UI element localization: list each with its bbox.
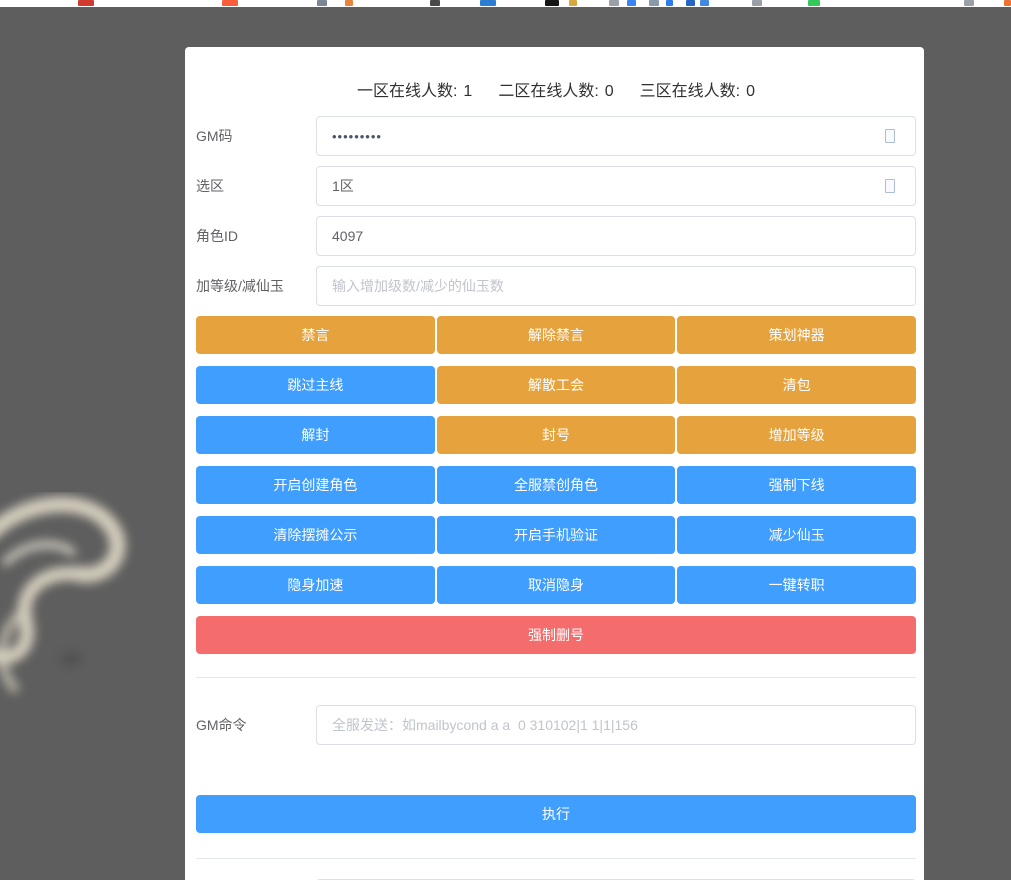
clear-bag-button[interactable]: 清包	[677, 366, 917, 404]
favicon-icon[interactable]	[430, 0, 440, 6]
force-delete-account-button[interactable]: 强制删号	[196, 616, 916, 654]
zone-select[interactable]: 1区	[316, 166, 916, 206]
button-row-danger: 强制删号	[196, 616, 916, 654]
unban-button[interactable]: 解封	[196, 416, 435, 454]
zone3-online-value: 0	[746, 83, 756, 100]
enable-phone-verify-button[interactable]: 开启手机验证	[436, 516, 676, 554]
gm-code-field[interactable]: •••••••••	[316, 116, 916, 156]
favicon-icon[interactable]	[569, 0, 577, 6]
gm-command-input[interactable]	[332, 717, 900, 733]
unmute-button[interactable]: 解除禁言	[436, 316, 676, 354]
add-level-button[interactable]: 增加等级	[677, 416, 917, 454]
level-jade-field-wrap	[316, 266, 916, 306]
reduce-jade-button[interactable]: 减少仙玉	[677, 516, 917, 554]
cancel-stealth-button[interactable]: 取消隐身	[436, 566, 676, 604]
dropdown-icon[interactable]	[885, 179, 895, 193]
smoke-background-image	[0, 496, 126, 693]
role-id-label: 角色ID	[196, 228, 238, 244]
level-jade-label: 加等级/减仙玉	[196, 278, 284, 294]
zone1-online-count: 一区在线人数: 1	[357, 77, 472, 101]
divider	[196, 677, 916, 678]
bookmarks-strip	[0, 0, 1011, 7]
level-jade-row: 加等级/减仙玉	[196, 266, 916, 306]
one-key-class-change-button[interactable]: 一键转职	[677, 566, 917, 604]
button-row-1: 禁言 解除禁言 策划神器	[196, 316, 917, 354]
favicon-icon[interactable]	[686, 0, 695, 6]
gm-command-row: GM命令	[196, 705, 916, 745]
password-toggle-icon[interactable]	[885, 129, 895, 143]
skip-mainline-button[interactable]: 跳过主线	[196, 366, 435, 404]
zone-select-label: 选区	[196, 178, 224, 194]
button-row-6: 隐身加速 取消隐身 一键转职	[196, 566, 917, 604]
role-id-field-wrap	[316, 216, 916, 256]
gm-tool-card: 一区在线人数: 1 二区在线人数: 0 三区在线人数: 0 GM码 •••••••••…	[185, 47, 924, 880]
zone-select-value: 1区	[332, 178, 354, 194]
zone2-online-value: 0	[604, 83, 614, 100]
favicon-icon[interactable]	[964, 0, 974, 6]
favicon-icon[interactable]	[222, 0, 238, 6]
execute-button[interactable]: 执行	[196, 795, 916, 833]
background-smudge	[60, 652, 82, 666]
zone2-online-label: 二区在线人数:	[498, 83, 599, 100]
button-row-3: 解封 封号 增加等级	[196, 416, 917, 454]
button-row-2: 跳过主线 解散工会 清包	[196, 366, 917, 404]
favicon-icon[interactable]	[480, 0, 496, 6]
favicon-icon[interactable]	[649, 0, 659, 6]
favicon-icon[interactable]	[752, 0, 762, 6]
planner-tool-button[interactable]: 策划神器	[677, 316, 917, 354]
favicon-icon[interactable]	[545, 0, 559, 6]
button-row-5: 清除摆摊公示 开启手机验证 减少仙玉	[196, 516, 917, 554]
favicon-icon[interactable]	[627, 0, 636, 6]
disband-guild-button[interactable]: 解散工会	[436, 366, 676, 404]
level-jade-input[interactable]	[332, 278, 900, 294]
gm-code-masked-value: •••••••••	[332, 128, 382, 144]
favicon-icon[interactable]	[666, 0, 673, 6]
zone2-online-count: 二区在线人数: 0	[498, 77, 613, 101]
mute-button[interactable]: 禁言	[196, 316, 435, 354]
gm-command-field-wrap	[316, 705, 916, 745]
enable-create-role-button[interactable]: 开启创建角色	[196, 466, 435, 504]
stealth-speed-button[interactable]: 隐身加速	[196, 566, 435, 604]
forbid-create-role-button[interactable]: 全服禁创角色	[436, 466, 676, 504]
zone3-online-count: 三区在线人数: 0	[640, 77, 755, 101]
favicon-icon[interactable]	[700, 0, 709, 6]
role-id-row: 角色ID	[196, 216, 916, 256]
divider	[196, 858, 916, 859]
zone1-online-label: 一区在线人数:	[356, 83, 458, 100]
favicon-icon[interactable]	[317, 0, 327, 6]
online-counts: 一区在线人数: 1 二区在线人数: 0 三区在线人数: 0	[196, 77, 916, 101]
zone-select-row: 选区 1区	[196, 166, 916, 206]
gm-command-label: GM命令	[196, 717, 247, 733]
gm-code-row: GM码 •••••••••	[196, 116, 916, 156]
favicon-icon[interactable]	[609, 0, 619, 6]
zone3-online-label: 三区在线人数:	[639, 83, 741, 100]
ban-button[interactable]: 封号	[436, 416, 676, 454]
gm-code-label: GM码	[196, 128, 233, 144]
favicon-icon[interactable]	[78, 0, 94, 6]
button-row-4: 开启创建角色 全服禁创角色 强制下线	[196, 466, 917, 504]
clear-stall-notice-button[interactable]: 清除摆摊公示	[196, 516, 435, 554]
favicon-icon[interactable]	[1004, 0, 1011, 6]
favicon-icon[interactable]	[345, 0, 353, 6]
role-id-input[interactable]	[332, 228, 900, 244]
zone1-online-value: 1	[463, 83, 473, 100]
force-offline-button[interactable]: 强制下线	[677, 466, 917, 504]
favicon-icon[interactable]	[808, 0, 820, 6]
